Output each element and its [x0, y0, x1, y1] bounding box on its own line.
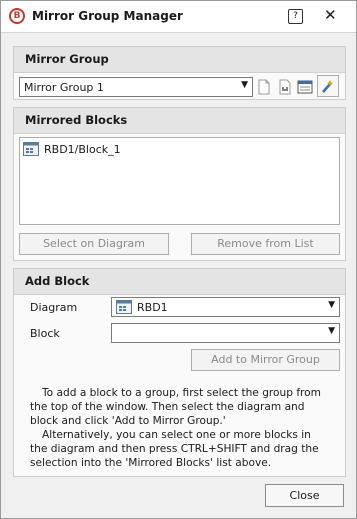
- mirrored-blocks-header: Mirrored Blocks: [14, 108, 345, 134]
- select-on-diagram-button[interactable]: Select on Diagram: [19, 233, 169, 255]
- block-label: Block: [30, 327, 60, 340]
- diagram-block-icon: [23, 142, 39, 156]
- settings-wand-icon: [322, 80, 333, 93]
- window-title: Mirror Group Manager: [32, 9, 183, 23]
- rename-group-icon[interactable]: [277, 79, 293, 95]
- diagram-label: Diagram: [30, 301, 78, 314]
- chevron-down-icon: ▼: [328, 326, 335, 336]
- title-bar: B Mirror Group Manager ? ✕: [1, 1, 356, 33]
- list-item-label: RBD1/Block_1: [44, 143, 121, 156]
- instructions-paragraph-1: To add a block to a group, first select …: [30, 387, 321, 427]
- properties-icon[interactable]: [297, 79, 313, 95]
- mirror-group-value: Mirror Group 1: [24, 81, 104, 94]
- chevron-down-icon: ▼: [328, 300, 335, 310]
- chevron-down-icon: ▼: [241, 80, 248, 90]
- instructions-text: To add a block to a group, first select …: [30, 386, 330, 470]
- app-logo-icon: B: [9, 8, 25, 24]
- add-block-header: Add Block: [14, 269, 345, 295]
- add-to-mirror-group-button[interactable]: Add to Mirror Group: [191, 349, 340, 371]
- block-select[interactable]: ▼: [111, 323, 340, 343]
- new-group-icon[interactable]: [256, 79, 272, 95]
- diagram-icon: [116, 300, 132, 314]
- window-close-button[interactable]: ✕: [324, 6, 337, 24]
- mirror-group-select[interactable]: Mirror Group 1 ▼: [19, 77, 253, 97]
- diagram-value: RBD1: [137, 301, 168, 314]
- mirrored-blocks-list[interactable]: RBD1/Block_1: [19, 137, 340, 225]
- instructions-paragraph-2: Alternatively, you can select one or mor…: [30, 429, 319, 469]
- mirror-group-header: Mirror Group: [14, 47, 345, 73]
- remove-from-list-button[interactable]: Remove from List: [191, 233, 340, 255]
- help-button[interactable]: ?: [288, 9, 303, 24]
- close-button[interactable]: Close: [265, 484, 344, 507]
- diagram-select[interactable]: RBD1 ▼: [111, 297, 340, 317]
- mirror-group-manager-window: B Mirror Group Manager ? ✕ Mirror Group …: [0, 0, 357, 519]
- settings-wand-button[interactable]: [317, 75, 339, 97]
